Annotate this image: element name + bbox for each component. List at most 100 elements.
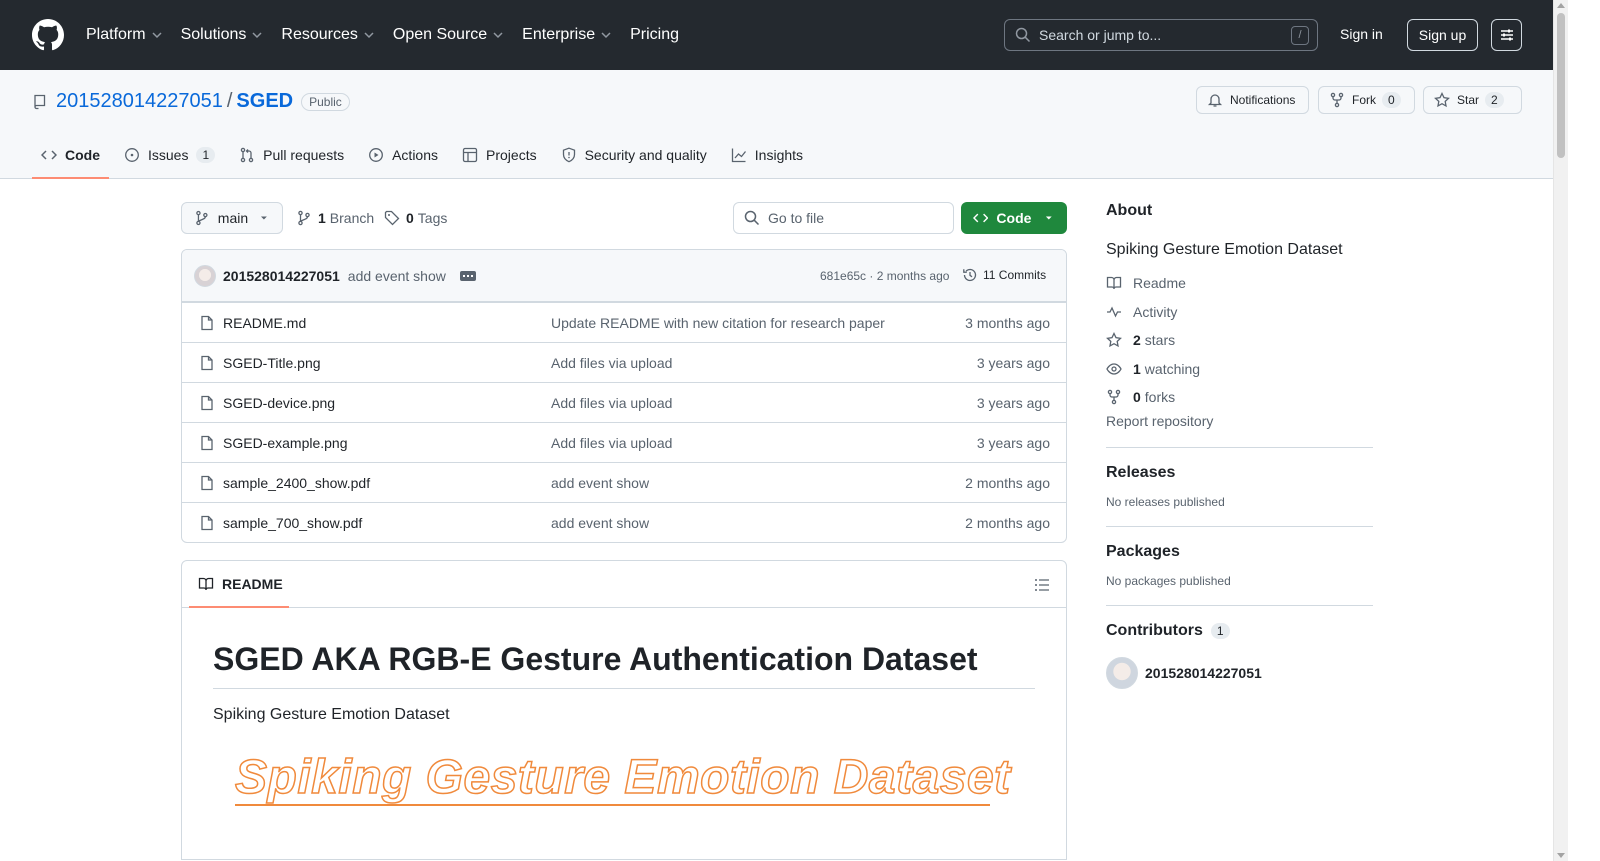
readme-link[interactable]: Readme (1106, 269, 1373, 298)
repo-title: 201528014227051 / SGED Public (32, 90, 350, 113)
contributors-title[interactable]: Contributors (1106, 622, 1203, 640)
nav-solutions[interactable]: Solutions (181, 26, 264, 44)
table-row[interactable]: sample_700_show.pdf add event show 2 mon… (182, 502, 1066, 542)
visibility-badge: Public (301, 92, 350, 111)
tag-icon (384, 210, 400, 226)
file-commit-message[interactable]: add event show (551, 515, 649, 531)
star-button[interactable]: Star 2 (1423, 86, 1522, 114)
chevron-down-icon (601, 32, 611, 39)
code-icon (41, 150, 57, 160)
search-shortcut-key: / (1291, 26, 1309, 45)
tab-pull-requests[interactable]: Pull requests (230, 134, 353, 176)
file-name[interactable]: SGED-device.png (223, 395, 335, 411)
branches-link[interactable]: 1 Branch (296, 210, 374, 226)
nav-pricing[interactable]: Pricing (630, 26, 679, 44)
repo-name-link[interactable]: SGED (236, 90, 293, 113)
about-links: Readme Activity 2 stars 1 watching 0 for… (1106, 269, 1373, 412)
star-label: Star (1457, 93, 1480, 107)
tags-link[interactable]: 0 Tags (384, 210, 447, 226)
file-name[interactable]: sample_2400_show.pdf (223, 475, 370, 491)
releases-title[interactable]: Releases (1106, 464, 1373, 482)
chevron-down-icon (493, 32, 503, 39)
commits-history-link[interactable]: 11 Commits (962, 267, 1046, 283)
scroll-down-arrow-icon[interactable] (1557, 853, 1565, 858)
file-icon (201, 315, 213, 331)
menu-button[interactable] (1491, 19, 1522, 51)
page-scrollbar[interactable] (1553, 0, 1568, 861)
commit-author[interactable]: 201528014227051 (223, 268, 340, 284)
repo-sidebar: About Spiking Gesture Emotion Dataset Re… (1106, 202, 1373, 706)
watching-link[interactable]: 1 watching (1106, 355, 1373, 384)
repo-tabs: Code Issues 1 Pull requests Actions Proj… (32, 134, 818, 179)
avatar[interactable] (1106, 656, 1138, 689)
branch-label: Branch (329, 210, 375, 226)
tab-security[interactable]: Security and quality (552, 134, 716, 176)
file-commit-message[interactable]: Add files via upload (551, 355, 672, 371)
nav-enterprise[interactable]: Enterprise (522, 26, 612, 44)
file-commit-message[interactable]: Update README with new citation for rese… (551, 315, 885, 331)
commit-hash-age[interactable]: 681e65c · 2 months ago (820, 269, 949, 283)
repo-owner-link[interactable]: 201528014227051 (56, 90, 223, 113)
code-button-label: Code (996, 210, 1032, 226)
list-icon[interactable] (1034, 577, 1050, 593)
file-name[interactable]: README.md (223, 315, 306, 331)
readme-header: README (182, 561, 1066, 608)
pull-request-icon (240, 147, 254, 163)
nav-platform[interactable]: Platform (86, 26, 163, 44)
file-commit-message[interactable]: add event show (551, 475, 649, 491)
file-name[interactable]: SGED-Title.png (223, 355, 321, 371)
fork-button[interactable]: Fork 0 (1318, 86, 1415, 114)
history-icon (963, 268, 977, 282)
readme-tab[interactable]: README (198, 576, 283, 592)
go-to-file-input[interactable]: Go to file (733, 202, 954, 234)
scrollbar-thumb[interactable] (1557, 13, 1565, 158)
file-name[interactable]: sample_700_show.pdf (223, 515, 362, 531)
table-row[interactable]: SGED-device.png Add files via upload 3 y… (182, 382, 1066, 422)
github-logo-icon[interactable] (32, 19, 64, 51)
packages-title[interactable]: Packages (1106, 543, 1373, 561)
search-icon (744, 210, 760, 226)
tab-projects[interactable]: Projects (453, 134, 546, 176)
notifications-button[interactable]: Notifications (1196, 86, 1309, 114)
report-repository-link[interactable]: Report repository (1106, 413, 1373, 429)
nav-open-source[interactable]: Open Source (393, 26, 504, 44)
forks-link[interactable]: 0 forks (1106, 383, 1373, 412)
global-search-input[interactable]: Search or jump to... / (1004, 19, 1318, 51)
tab-code[interactable]: Code (32, 134, 109, 179)
star-count: 2 (1485, 92, 1504, 108)
avatar[interactable] (194, 264, 216, 287)
file-commit-message[interactable]: Add files via upload (551, 435, 672, 451)
releases-section: Releases No releases published (1106, 448, 1373, 526)
file-name[interactable]: SGED-example.png (223, 435, 348, 451)
nav-resources[interactable]: Resources (281, 26, 374, 44)
code-button[interactable]: Code (961, 202, 1067, 234)
caret-down-icon (1046, 216, 1053, 220)
nav-label: Resources (281, 26, 358, 43)
sign-up-button[interactable]: Sign up (1407, 19, 1478, 51)
sign-in-link[interactable]: Sign in (1340, 26, 1383, 42)
table-row[interactable]: sample_2400_show.pdf add event show 2 mo… (182, 462, 1066, 502)
play-icon (369, 148, 384, 162)
file-commit-message[interactable]: Add files via upload (551, 395, 672, 411)
chevron-down-icon (364, 32, 374, 39)
table-row[interactable]: README.md Update README with new citatio… (182, 302, 1066, 342)
contributor-item[interactable]: 201528014227051 (1106, 656, 1373, 689)
contributor-name[interactable]: 201528014227051 (1145, 665, 1262, 681)
commit-message[interactable]: add event show (348, 268, 446, 284)
file-icon (201, 475, 213, 491)
ellipsis-icon[interactable] (459, 270, 476, 281)
table-row[interactable]: SGED-Title.png Add files via upload 3 ye… (182, 342, 1066, 382)
branch-select-button[interactable]: main (181, 202, 283, 234)
activity-link[interactable]: Activity (1106, 298, 1373, 327)
tab-actions[interactable]: Actions (359, 134, 447, 176)
readme-title: SGED AKA RGB-E Gesture Authentication Da… (213, 639, 1035, 689)
table-row[interactable]: SGED-example.png Add files via upload 3 … (182, 422, 1066, 462)
tab-insights[interactable]: Insights (722, 134, 812, 176)
branch-icon (298, 210, 310, 226)
tab-label: Pull requests (263, 147, 345, 163)
notifications-label: Notifications (1230, 93, 1296, 107)
shield-icon (562, 147, 575, 163)
tab-issues[interactable]: Issues 1 (115, 134, 224, 176)
stars-link[interactable]: 2 stars (1106, 326, 1373, 355)
scroll-up-arrow-icon[interactable] (1557, 3, 1565, 8)
